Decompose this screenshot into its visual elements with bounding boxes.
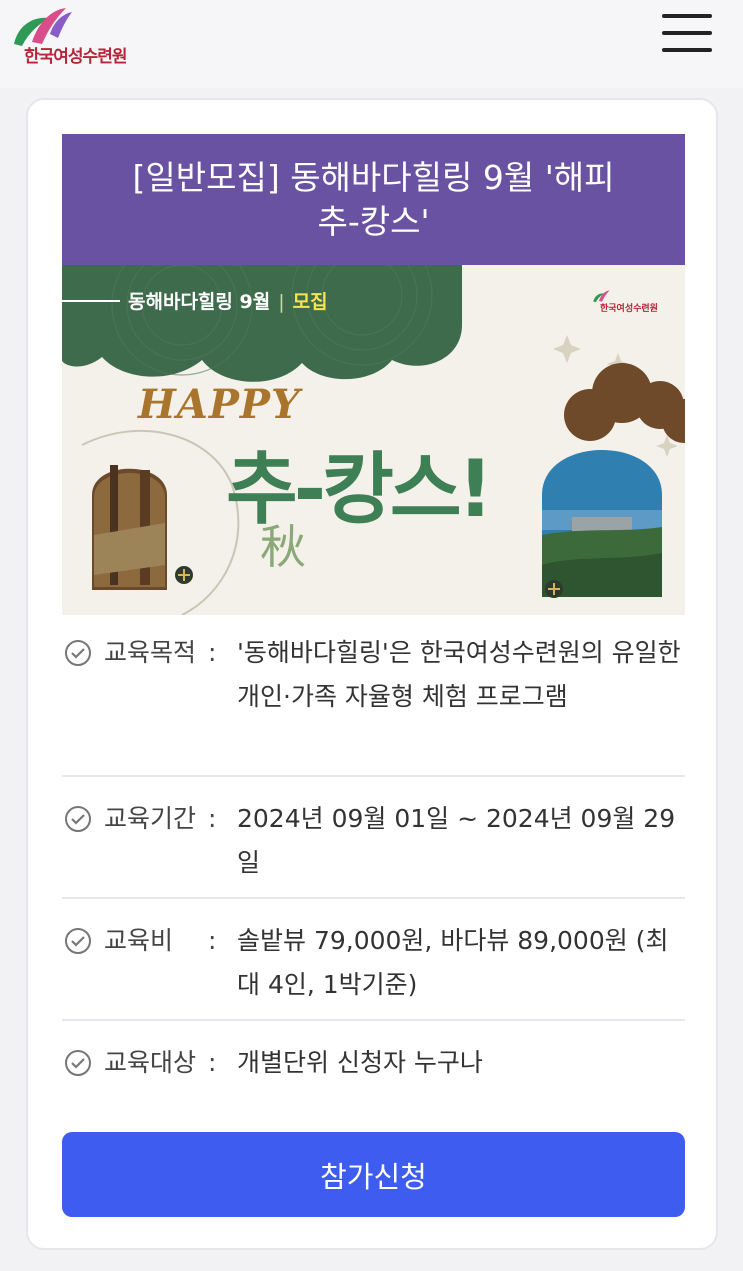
info-label: 교육대상 [104, 1048, 197, 1077]
info-value: 솔밭뷰 79,000원, 바다뷰 89,000원 (최대 4인, 1박기준) [237, 926, 669, 999]
banner-head-right: 모집 [292, 291, 328, 313]
check-circle-icon [65, 806, 91, 832]
banner-logo: 한국여성수련원 [592, 287, 662, 317]
apply-button[interactable]: 참가신청 [62, 1132, 685, 1217]
check-circle-icon [65, 640, 91, 666]
info-row-target: 교육대상 : 개별단위 신청자 누구나 [62, 1021, 685, 1111]
info-row-fee: 교육비 : 솔밭뷰 79,000원, 바다뷰 89,000원 (최대 4인, 1… [62, 899, 685, 1021]
info-label: 교육목적 [104, 638, 197, 667]
info-colon: : [208, 638, 217, 667]
program-title-box: [일반모집] 동해바다힐링 9월 '해피 추-캉스' [62, 134, 685, 265]
info-label: 교육기간 [104, 804, 197, 833]
hamburger-menu-icon[interactable] [660, 10, 714, 56]
program-title: [일반모집] 동해바다힐링 9월 '해피 추-캉스' [132, 157, 615, 241]
program-banner-image: 동해바다힐링 9월 | 모집 한국여성수련원 HAPPY 추-캉스! 秋 [62, 265, 685, 615]
info-value: 2024년 09월 01일 ~ 2024년 09월 29일 [237, 804, 676, 877]
info-label: 교육비 [104, 926, 174, 955]
logo-text: 한국여성수련원 [24, 47, 127, 67]
program-card: [일반모집] 동해바다힐링 9월 '해피 추-캉스' 동해바다힐링 9월 | 모… [26, 98, 718, 1250]
banner-happy-text: HAPPY [138, 381, 301, 428]
info-row-purpose: 교육목적 : '동해바다힐링'은 한국여성수련원의 유일한 개인·가족 자율형 … [62, 615, 685, 777]
check-circle-icon [65, 1050, 91, 1076]
top-bar: 한국여성수련원 [0, 0, 743, 88]
info-colon: : [208, 1048, 217, 1077]
check-circle-icon [65, 928, 91, 954]
banner-hanja-text: 秋 [260, 520, 306, 574]
banner-logo-text: 한국여성수련원 [600, 304, 658, 314]
info-colon: : [208, 926, 217, 955]
info-value: 개별단위 신청자 누구나 [237, 1048, 483, 1077]
info-row-period: 교육기간 : 2024년 09월 01일 ~ 2024년 09월 29일 [62, 777, 685, 899]
banner-head-left: 동해바다힐링 9월 [128, 291, 271, 313]
banner-headline-bar: 동해바다힐링 9월 | 모집 [128, 291, 328, 313]
info-colon: : [208, 804, 217, 833]
site-logo[interactable]: 한국여성수련원 [10, 4, 140, 67]
info-value: '동해바다힐링'은 한국여성수련원의 유일한 개인·가족 자율형 체험 프로그램 [237, 638, 681, 711]
